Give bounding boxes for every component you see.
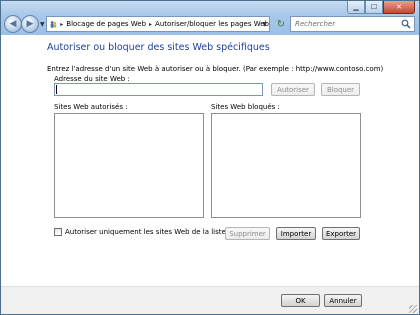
minimize-icon: ▁ xyxy=(353,3,359,11)
window-controls: ▁ ☐ ✕ xyxy=(347,1,415,15)
cancel-button[interactable]: Annuler xyxy=(324,294,362,307)
remove-button[interactable]: Supprimer xyxy=(225,227,270,240)
search-icon[interactable] xyxy=(401,19,411,29)
maximize-icon: ☐ xyxy=(370,3,378,11)
search-box[interactable]: Rechercher xyxy=(290,16,415,32)
breadcrumb-separator: ▸ xyxy=(60,20,64,28)
back-arrow-icon: ◀ xyxy=(9,19,17,29)
window: ▁ ☐ ✕ ◀ ▶ ▼ ▸ Blocage de pages Web ▸ Aut… xyxy=(0,0,420,315)
dialog-footer: OK Annuler xyxy=(1,286,419,314)
parental-controls-icon xyxy=(50,21,57,28)
import-button[interactable]: Importer xyxy=(276,227,316,240)
address-label: Adresse du site Web : xyxy=(54,75,130,83)
ok-button[interactable]: OK xyxy=(281,294,320,307)
address-bar[interactable]: ▸ Blocage de pages Web ▸ Autoriser/bloqu… xyxy=(46,16,270,32)
allow-button[interactable]: Autoriser xyxy=(271,83,315,96)
resize-grip-icon[interactable] xyxy=(409,305,417,313)
instruction-text: Entrez l'adresse d'un site Web à autoris… xyxy=(47,65,384,73)
back-button[interactable]: ◀ xyxy=(4,15,22,33)
blocked-sites-list[interactable] xyxy=(211,113,361,218)
block-button[interactable]: Bloquer xyxy=(321,83,360,96)
text-caret xyxy=(56,85,57,94)
close-button[interactable]: ✕ xyxy=(383,1,415,14)
page-title: Autoriser ou bloquer des sites Web spéci… xyxy=(47,42,270,53)
export-button[interactable]: Exporter xyxy=(322,227,360,240)
minimize-button[interactable]: ▁ xyxy=(347,1,365,14)
content-area: Autoriser ou bloquer des sites Web spéci… xyxy=(1,35,419,286)
forward-button[interactable]: ▶ xyxy=(21,15,39,33)
only-allowed-label[interactable]: Autoriser uniquement les sites Web de la… xyxy=(65,228,246,236)
search-placeholder: Rechercher xyxy=(295,20,336,28)
only-allowed-checkbox[interactable] xyxy=(54,228,62,236)
breadcrumb-allow-block[interactable]: Autoriser/bloquer les pages Web xyxy=(155,20,269,28)
close-icon: ✕ xyxy=(396,3,402,11)
refresh-icon: ↻ xyxy=(276,18,286,30)
refresh-button[interactable]: ↻ xyxy=(274,17,288,31)
history-dropdown-icon[interactable]: ▼ xyxy=(40,21,45,28)
address-dropdown-icon[interactable]: ▼ xyxy=(262,21,267,28)
allowed-sites-label: Sites Web autorisés : xyxy=(54,103,128,111)
title-bar: ▁ ☐ ✕ ◀ ▶ ▼ ▸ Blocage de pages Web ▸ Aut… xyxy=(1,1,419,35)
blocked-sites-label: Sites Web bloqués : xyxy=(211,103,280,111)
maximize-button[interactable]: ☐ xyxy=(365,1,383,14)
breadcrumb-web-blocking[interactable]: Blocage de pages Web xyxy=(66,20,146,28)
breadcrumb-separator: ▸ xyxy=(149,20,153,28)
allowed-sites-list[interactable] xyxy=(54,113,204,218)
website-address-input[interactable] xyxy=(54,83,263,96)
forward-arrow-icon: ▶ xyxy=(26,19,34,29)
